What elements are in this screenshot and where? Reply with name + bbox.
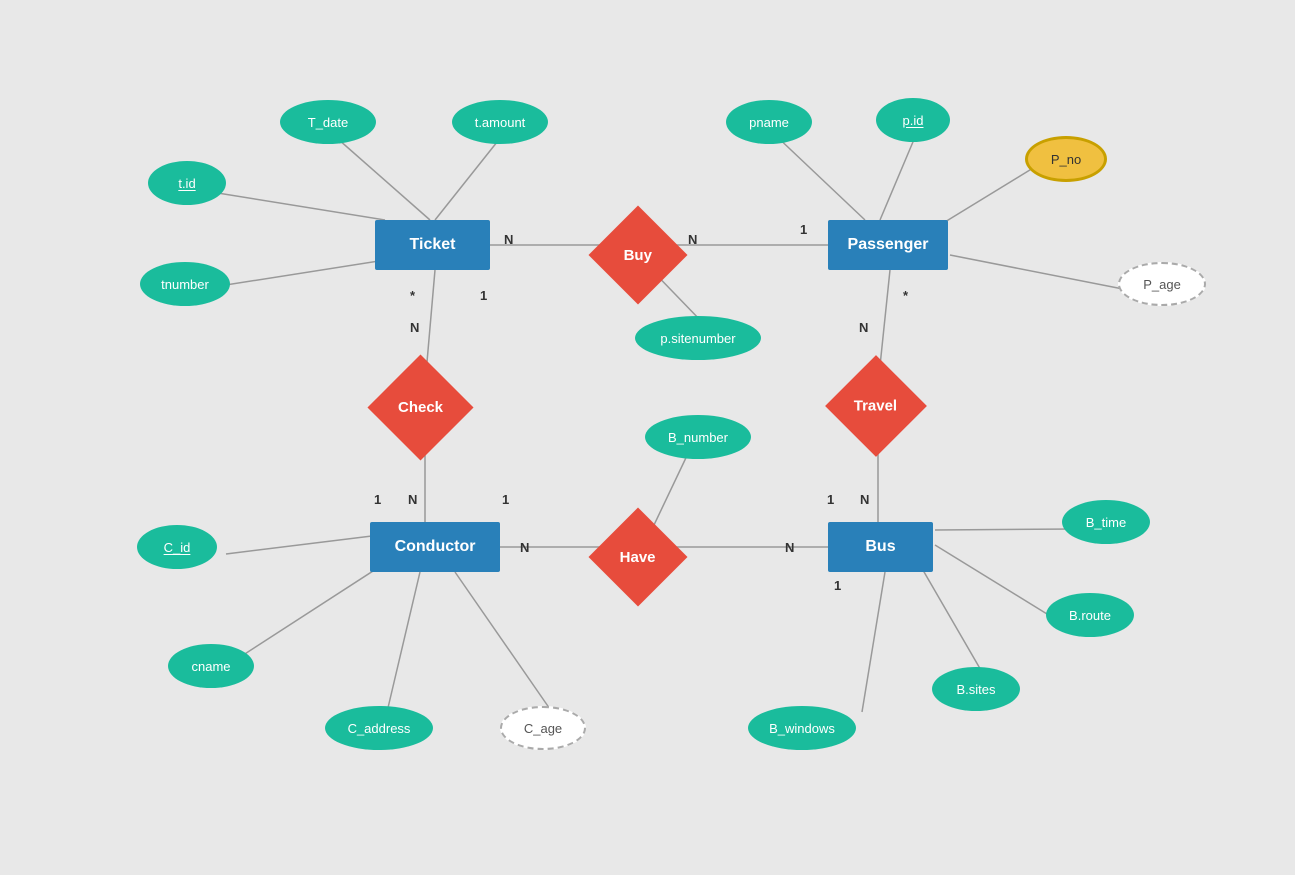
attribute-t-date: T_date: [280, 100, 376, 144]
attribute-t-amount: t.amount: [452, 100, 548, 144]
attribute-b-number: B_number: [645, 415, 751, 459]
attribute-b-windows: B_windows: [748, 706, 856, 750]
cardinality-have-bus-n: N: [785, 540, 794, 555]
attribute-b-time: B_time: [1062, 500, 1150, 544]
relationship-buy: Buy: [589, 206, 688, 305]
attribute-pname: pname: [726, 100, 812, 144]
attribute-p-age: P_age: [1118, 262, 1206, 306]
cardinality-travel-bus-1: 1: [827, 492, 834, 507]
attribute-t-id: t.id: [148, 161, 226, 205]
cardinality-conductor-have-n: N: [520, 540, 529, 555]
attribute-p-id: p.id: [876, 98, 950, 142]
cardinality-buy-passenger-1: 1: [800, 222, 807, 237]
cardinality-passenger-travel-star: *: [903, 288, 908, 303]
attribute-tnumber: tnumber: [140, 262, 230, 306]
cardinality-ticket-buy-n: N: [504, 232, 513, 247]
cardinality-check-conductor-n2: N: [408, 492, 417, 507]
cardinality-travel-bus-n: N: [860, 492, 869, 507]
attribute-c-age: C_age: [500, 706, 586, 750]
cardinality-buy-passenger-n: N: [688, 232, 697, 247]
entity-ticket: Ticket: [375, 220, 490, 270]
cardinality-have-bus-n1: 1: [502, 492, 509, 507]
er-diagram: Ticket Passenger Conductor Bus Buy Check…: [0, 0, 1295, 875]
relationship-check: Check: [367, 354, 473, 460]
cardinality-passenger-travel-n: N: [859, 320, 868, 335]
entity-passenger: Passenger: [828, 220, 948, 270]
attribute-p-sitenumber: p.sitenumber: [635, 316, 761, 360]
cardinality-ticket-check-1: 1: [480, 288, 487, 303]
cardinality-check-conductor-n: N: [410, 320, 419, 335]
attribute-c-id: C_id: [137, 525, 217, 569]
entity-bus: Bus: [828, 522, 933, 572]
relationship-have: Have: [589, 508, 688, 607]
attribute-c-address: C_address: [325, 706, 433, 750]
cardinality-ticket-check-star: *: [410, 288, 415, 303]
relationship-travel: Travel: [825, 355, 927, 457]
attribute-cname: cname: [168, 644, 254, 688]
attribute-p-no: P_no: [1025, 136, 1107, 182]
cardinality-conductor-have-1: 1: [374, 492, 381, 507]
attribute-b-sites: B.sites: [932, 667, 1020, 711]
attribute-b-route: B.route: [1046, 593, 1134, 637]
cardinality-bus-bottom-1: 1: [834, 578, 841, 593]
entity-conductor: Conductor: [370, 522, 500, 572]
